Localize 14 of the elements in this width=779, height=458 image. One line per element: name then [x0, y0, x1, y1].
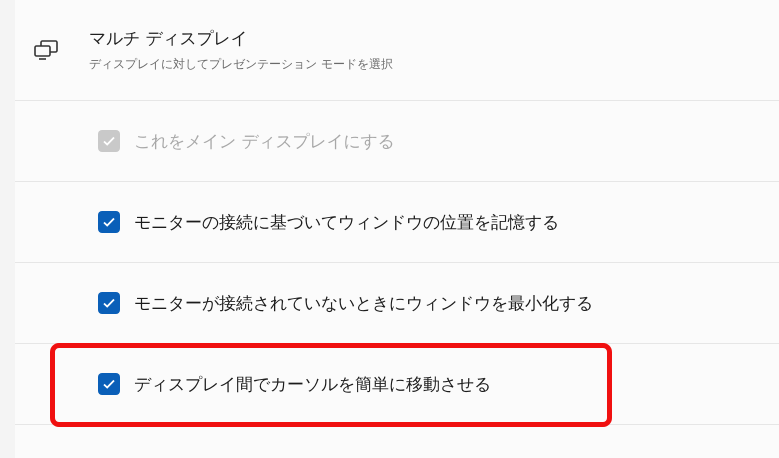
section-title: マルチ ディスプレイ	[89, 28, 248, 50]
checkbox[interactable]	[98, 292, 120, 314]
option-label: これをメイン ディスプレイにする	[134, 130, 394, 152]
option-label: モニターの接続に基づいてウィンドウの位置を記憶する	[134, 212, 559, 234]
option-label: ディスプレイ間でカーソルを簡単に移動させる	[134, 374, 491, 396]
option-label: モニターが接続されていないときにウィンドウを最小化する	[134, 292, 593, 314]
checkmark-icon	[102, 216, 116, 228]
checkmark-icon	[102, 135, 116, 147]
displays-icon	[33, 39, 59, 61]
section-subtitle: ディスプレイに対してプレゼンテーション モードを選択	[89, 56, 393, 73]
checkbox[interactable]	[98, 211, 120, 233]
checkmark-icon	[102, 378, 116, 390]
checkbox[interactable]	[98, 373, 120, 395]
checkmark-icon	[102, 297, 116, 309]
